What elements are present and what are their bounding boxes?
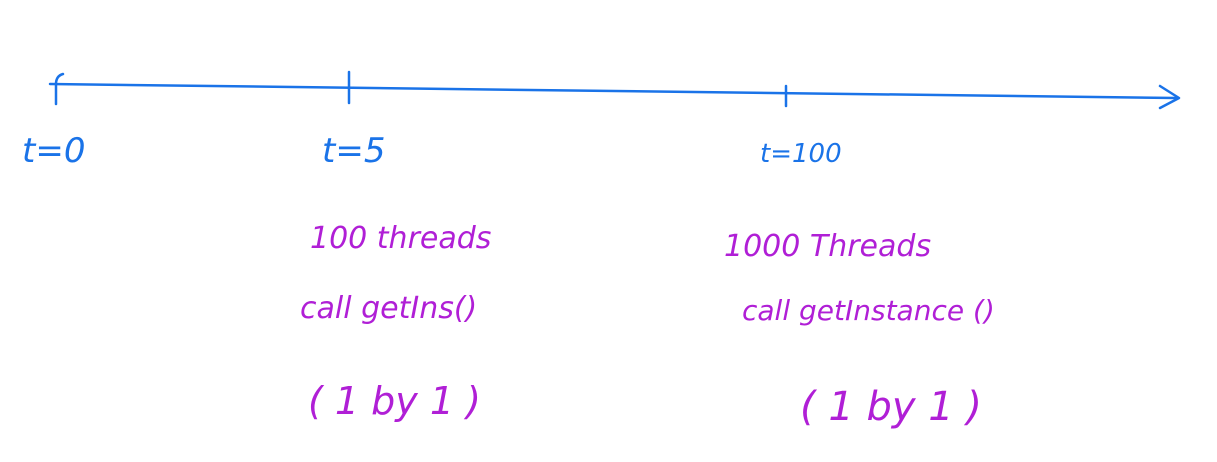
tick-t0 [54, 72, 65, 106]
timeline-axis [48, 82, 1178, 100]
note-t5-call: call getIns() [300, 291, 477, 326]
note-t5-order: ( 1 by 1 ) [308, 379, 481, 423]
note-t100-thread-count: 1000 Threads [724, 229, 931, 264]
note-t100-order: ( 1 by 1 ) [800, 384, 982, 430]
note-t5-thread-count: 100 threads [310, 221, 491, 256]
note-t100-call: call getInstance () [742, 294, 995, 327]
tick-label-t100: t=100 [760, 139, 842, 169]
tick-label-t0: t=0 [22, 131, 85, 171]
tick-label-t5: t=5 [322, 131, 385, 171]
timeline-diagram: t=0 t=5 t=100 100 threads call getIns() … [22, 70, 1181, 430]
